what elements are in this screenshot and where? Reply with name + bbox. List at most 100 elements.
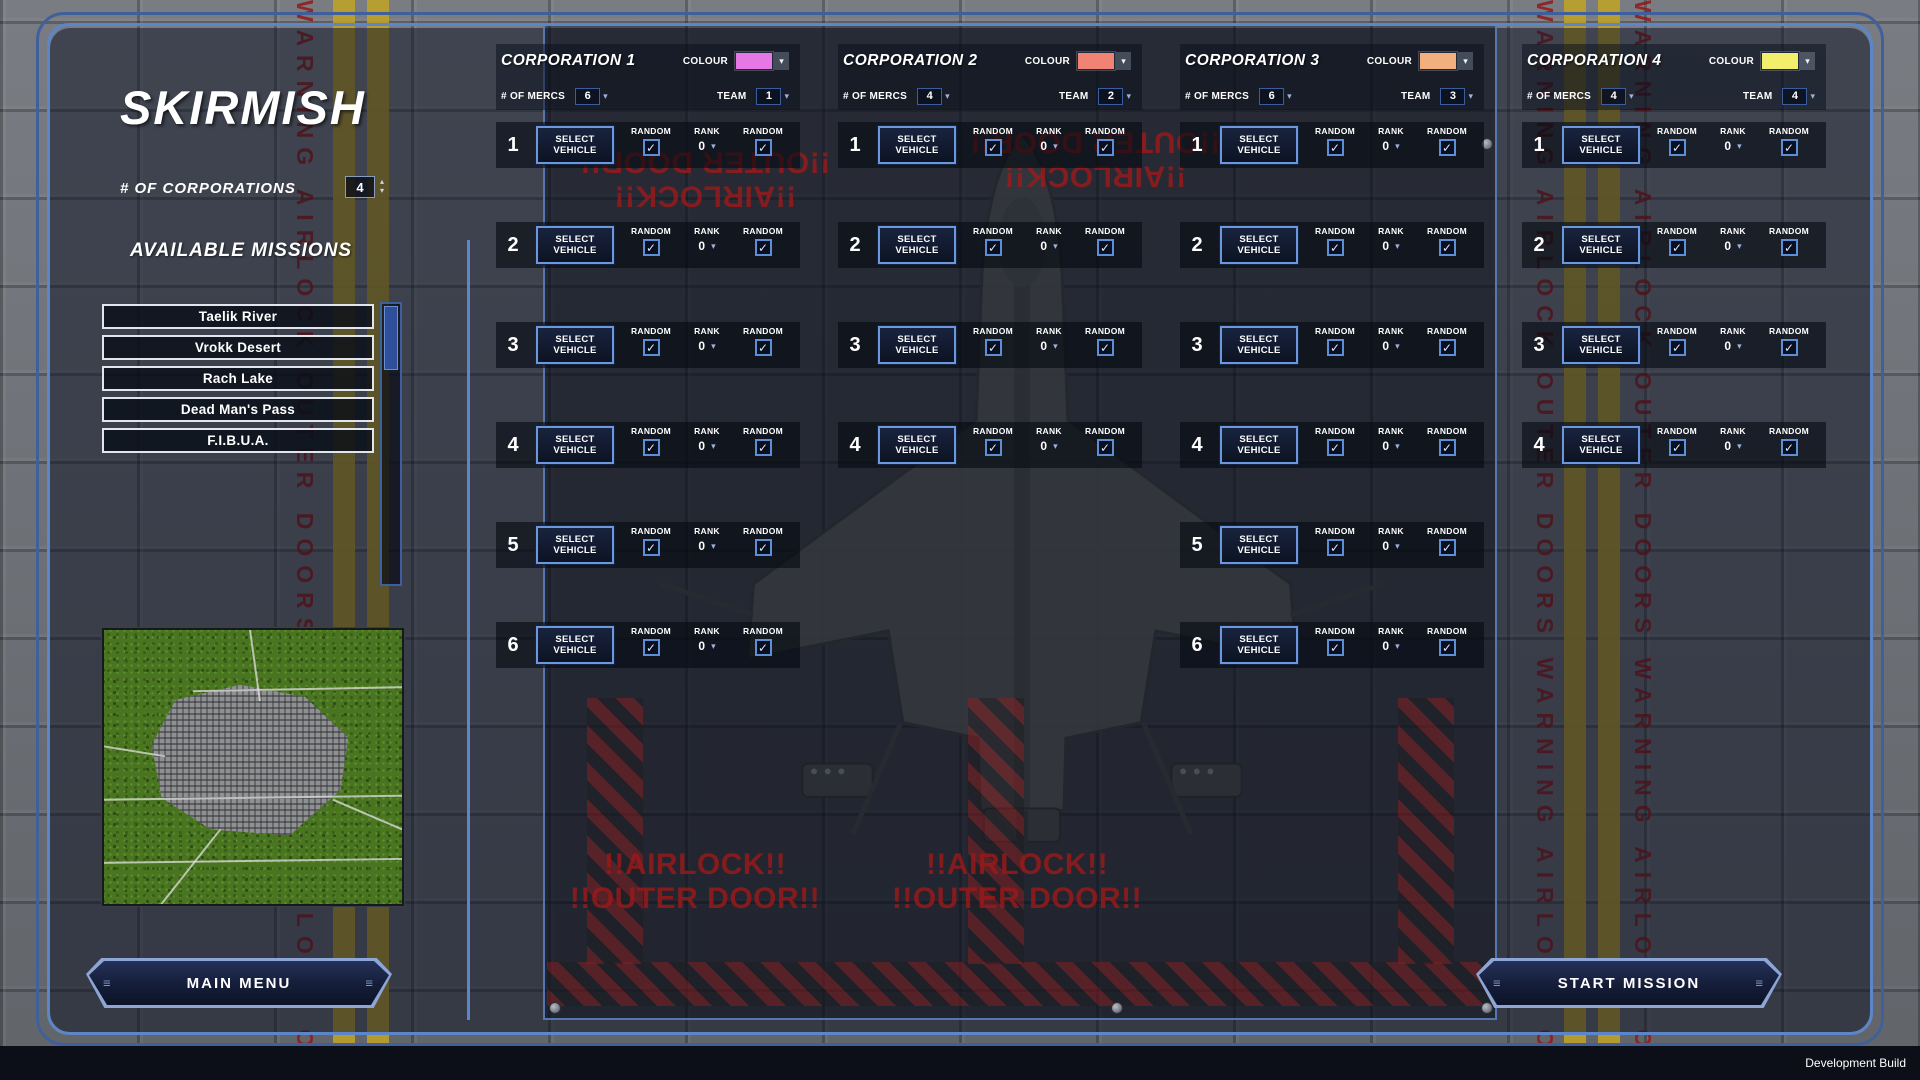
random-rank-checkbox[interactable]: ✓ [1781, 139, 1798, 156]
random-rank-checkbox[interactable]: ✓ [1439, 539, 1456, 556]
random-vehicle-checkbox[interactable]: ✓ [1327, 239, 1344, 256]
main-menu-button[interactable]: ≡ MAIN MENU ≡ [86, 958, 392, 1008]
random-vehicle-checkbox[interactable]: ✓ [643, 339, 660, 356]
select-vehicle-button[interactable]: SELECT VEHICLE [536, 426, 614, 464]
random-vehicle-checkbox[interactable]: ✓ [643, 639, 660, 656]
colour-swatch[interactable] [1419, 52, 1457, 70]
rank-dropdown[interactable]: 0 ▾ [1724, 239, 1741, 253]
random-vehicle-checkbox[interactable]: ✓ [1327, 439, 1344, 456]
rank-dropdown[interactable]: 0 ▾ [698, 439, 715, 453]
random-rank-checkbox[interactable]: ✓ [1781, 439, 1798, 456]
rank-dropdown[interactable]: 0 ▾ [1382, 639, 1399, 653]
rank-dropdown[interactable]: 0 ▾ [1382, 139, 1399, 153]
select-vehicle-button[interactable]: SELECT VEHICLE [536, 626, 614, 664]
rank-dropdown[interactable]: 0 ▾ [1724, 339, 1741, 353]
mission-item[interactable]: F.I.B.U.A. [102, 428, 374, 453]
colour-picker[interactable]: COLOUR ▾ [1367, 52, 1473, 70]
select-vehicle-button[interactable]: SELECT VEHICLE [878, 426, 956, 464]
select-vehicle-button[interactable]: SELECT VEHICLE [1562, 426, 1640, 464]
rank-dropdown[interactable]: 0 ▾ [1382, 539, 1399, 553]
random-vehicle-checkbox[interactable]: ✓ [643, 539, 660, 556]
select-vehicle-button[interactable]: SELECT VEHICLE [536, 326, 614, 364]
mission-list-scrollbar[interactable] [380, 302, 402, 586]
rank-dropdown[interactable]: 0 ▾ [1040, 139, 1057, 153]
chevron-down-icon[interactable]: ▾ [1629, 91, 1634, 102]
random-rank-checkbox[interactable]: ✓ [755, 639, 772, 656]
mercs-value-dropdown[interactable]: 6 [575, 88, 600, 105]
colour-swatch[interactable] [1077, 52, 1115, 70]
random-rank-checkbox[interactable]: ✓ [755, 139, 772, 156]
random-rank-checkbox[interactable]: ✓ [1097, 439, 1114, 456]
team-value-dropdown[interactable]: 4 [1782, 88, 1807, 105]
chevron-down-icon[interactable]: ▾ [1126, 91, 1131, 102]
random-rank-checkbox[interactable]: ✓ [755, 439, 772, 456]
rank-dropdown[interactable]: 0 ▾ [698, 339, 715, 353]
random-vehicle-checkbox[interactable]: ✓ [985, 439, 1002, 456]
chevron-down-icon[interactable]: ▾ [1287, 91, 1292, 102]
random-vehicle-checkbox[interactable]: ✓ [643, 439, 660, 456]
select-vehicle-button[interactable]: SELECT VEHICLE [536, 226, 614, 264]
chevron-down-icon[interactable]: ▾ [1116, 52, 1131, 70]
rank-dropdown[interactable]: 0 ▾ [1382, 239, 1399, 253]
select-vehicle-button[interactable]: SELECT VEHICLE [1562, 126, 1640, 164]
team-value-dropdown[interactable]: 2 [1098, 88, 1123, 105]
select-vehicle-button[interactable]: SELECT VEHICLE [1220, 126, 1298, 164]
random-vehicle-checkbox[interactable]: ✓ [1669, 339, 1686, 356]
select-vehicle-button[interactable]: SELECT VEHICLE [878, 126, 956, 164]
random-rank-checkbox[interactable]: ✓ [755, 539, 772, 556]
rank-dropdown[interactable]: 0 ▾ [698, 639, 715, 653]
random-rank-checkbox[interactable]: ✓ [1439, 239, 1456, 256]
random-vehicle-checkbox[interactable]: ✓ [985, 339, 1002, 356]
chevron-down-icon[interactable]: ▾ [1810, 91, 1815, 102]
rank-dropdown[interactable]: 0 ▾ [1724, 439, 1741, 453]
rank-dropdown[interactable]: 0 ▾ [1040, 339, 1057, 353]
colour-picker[interactable]: COLOUR ▾ [1025, 52, 1131, 70]
team-value-dropdown[interactable]: 3 [1440, 88, 1465, 105]
select-vehicle-button[interactable]: SELECT VEHICLE [536, 526, 614, 564]
random-rank-checkbox[interactable]: ✓ [1439, 439, 1456, 456]
mission-item[interactable]: Dead Man's Pass [102, 397, 374, 422]
random-vehicle-checkbox[interactable]: ✓ [1327, 139, 1344, 156]
mercs-value-dropdown[interactable]: 4 [917, 88, 942, 105]
rank-dropdown[interactable]: 0 ▾ [1382, 339, 1399, 353]
chevron-down-icon[interactable]: ▾ [945, 91, 950, 102]
colour-picker[interactable]: COLOUR ▾ [1709, 52, 1815, 70]
random-rank-checkbox[interactable]: ✓ [755, 339, 772, 356]
mission-item[interactable]: Taelik River [102, 304, 374, 329]
random-rank-checkbox[interactable]: ✓ [1439, 339, 1456, 356]
select-vehicle-button[interactable]: SELECT VEHICLE [878, 326, 956, 364]
random-rank-checkbox[interactable]: ✓ [1781, 239, 1798, 256]
rank-dropdown[interactable]: 0 ▾ [698, 239, 715, 253]
random-rank-checkbox[interactable]: ✓ [755, 239, 772, 256]
random-vehicle-checkbox[interactable]: ✓ [1669, 139, 1686, 156]
random-vehicle-checkbox[interactable]: ✓ [985, 139, 1002, 156]
team-value-dropdown[interactable]: 1 [756, 88, 781, 105]
select-vehicle-button[interactable]: SELECT VEHICLE [1220, 226, 1298, 264]
random-rank-checkbox[interactable]: ✓ [1097, 139, 1114, 156]
colour-swatch[interactable] [1761, 52, 1799, 70]
chevron-up-icon[interactable]: ▴ [380, 177, 384, 186]
chevron-down-icon[interactable]: ▾ [603, 91, 608, 102]
random-vehicle-checkbox[interactable]: ✓ [643, 239, 660, 256]
mission-item[interactable]: Rach Lake [102, 366, 374, 391]
corporations-count-stepper[interactable]: ▴ ▾ [380, 177, 384, 195]
chevron-down-icon[interactable]: ▾ [1458, 52, 1473, 70]
chevron-down-icon[interactable]: ▾ [1800, 52, 1815, 70]
random-vehicle-checkbox[interactable]: ✓ [1327, 539, 1344, 556]
rank-dropdown[interactable]: 0 ▾ [1724, 139, 1741, 153]
select-vehicle-button[interactable]: SELECT VEHICLE [878, 226, 956, 264]
mercs-value-dropdown[interactable]: 6 [1259, 88, 1284, 105]
random-vehicle-checkbox[interactable]: ✓ [1669, 439, 1686, 456]
random-rank-checkbox[interactable]: ✓ [1097, 339, 1114, 356]
rank-dropdown[interactable]: 0 ▾ [1382, 439, 1399, 453]
select-vehicle-button[interactable]: SELECT VEHICLE [1562, 326, 1640, 364]
select-vehicle-button[interactable]: SELECT VEHICLE [1220, 326, 1298, 364]
random-vehicle-checkbox[interactable]: ✓ [985, 239, 1002, 256]
rank-dropdown[interactable]: 0 ▾ [1040, 239, 1057, 253]
select-vehicle-button[interactable]: SELECT VEHICLE [1220, 526, 1298, 564]
rank-dropdown[interactable]: 0 ▾ [698, 539, 715, 553]
random-rank-checkbox[interactable]: ✓ [1097, 239, 1114, 256]
rank-dropdown[interactable]: 0 ▾ [1040, 439, 1057, 453]
select-vehicle-button[interactable]: SELECT VEHICLE [536, 126, 614, 164]
mission-item[interactable]: Vrokk Desert [102, 335, 374, 360]
